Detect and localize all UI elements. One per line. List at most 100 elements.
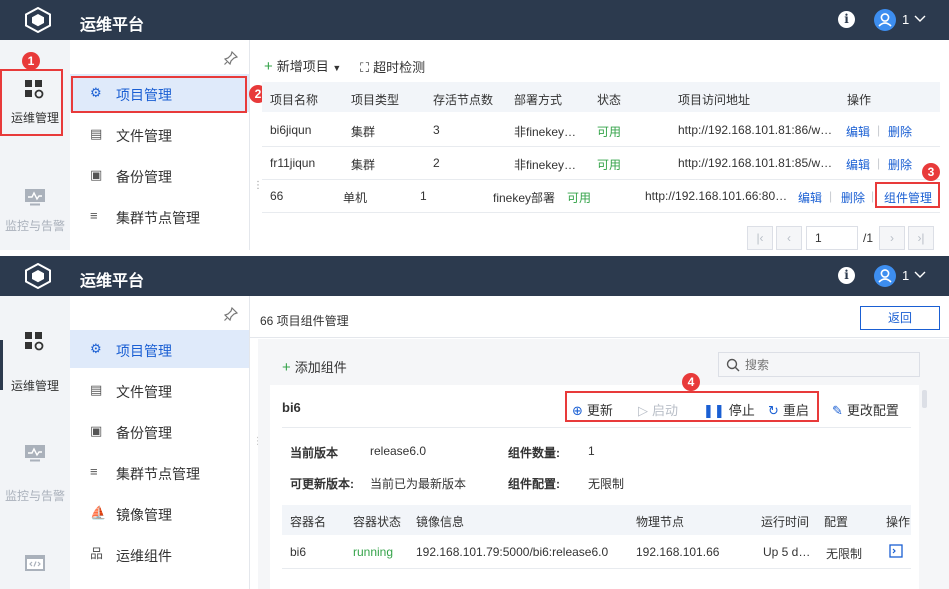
last-page-button[interactable]: ›| <box>908 226 934 250</box>
cell-type: 集群 <box>351 125 376 139</box>
menu-item-file[interactable]: ▤ 文件管理 <box>70 371 249 409</box>
search-input[interactable] <box>745 356 915 373</box>
gear-icon: ⚙ <box>90 341 102 356</box>
search-icon <box>726 358 740 372</box>
step-marker-3: 3 <box>922 163 940 181</box>
delete-link[interactable]: 删除 <box>888 156 912 173</box>
rail-label-ops: 运维管理 <box>10 379 59 393</box>
cell-name: 66 <box>270 189 284 203</box>
cell-status: 可用 <box>597 158 622 172</box>
first-page-button[interactable]: |‹ <box>747 226 773 250</box>
menu-item-cluster-node[interactable]: ≡ 集群节点管理 <box>70 453 249 491</box>
resize-handle-icon[interactable]: ⋮ <box>253 180 263 191</box>
add-project-label: 新增项目 <box>276 59 329 74</box>
divider: | <box>877 156 881 170</box>
sail-icon: ⛵ <box>90 505 107 520</box>
container-uptime: Up 5 d… <box>763 545 811 559</box>
step-marker-1: 1 <box>22 52 40 70</box>
edit-config-button[interactable]: ✎ 更改配置 <box>832 400 899 419</box>
terminal-icon[interactable] <box>889 544 903 558</box>
row-divider <box>262 212 940 213</box>
rail-item-monitor[interactable]: 监控与告警 <box>0 444 70 504</box>
highlight-box-2 <box>71 76 247 113</box>
app-title: 运维平台 <box>80 17 145 34</box>
document-icon: ▤ <box>90 126 103 141</box>
component-name: bi6 <box>282 400 301 415</box>
cell-url[interactable]: http://192.168.101.81:85/w… <box>678 156 832 170</box>
col-header: 容器状态 <box>353 515 402 529</box>
current-version-label: 当前版本 <box>290 446 339 460</box>
timeout-check-label: 超时检测 <box>373 60 426 75</box>
col-header: 部署方式 <box>514 93 563 107</box>
sliders-icon: ≡ <box>90 464 98 479</box>
chevron-down-icon[interactable] <box>914 15 926 23</box>
user-avatar-icon[interactable] <box>874 265 896 287</box>
col-header: 物理节点 <box>636 515 685 529</box>
menu-item-backup[interactable]: ▣ 备份管理 <box>70 156 249 194</box>
component-config-label: 组件配置: <box>508 477 560 491</box>
menu-item-image[interactable]: ⛵ 镜像管理 <box>70 494 249 532</box>
backup-icon: ▣ <box>90 423 103 438</box>
cell-status: 可用 <box>597 125 622 139</box>
menu-item-cluster-node[interactable]: ≡ 集群节点管理 <box>70 197 249 235</box>
rail-item-monitor[interactable]: 监控与告警 <box>0 188 70 234</box>
divider: | <box>871 189 875 203</box>
back-button[interactable]: 返回 <box>860 306 940 330</box>
user-avatar-icon[interactable] <box>874 9 896 31</box>
cell-url[interactable]: http://192.168.101.81:86/w… <box>678 123 832 137</box>
page-total: /1 <box>863 231 874 245</box>
prev-page-button[interactable]: ‹ <box>776 226 802 250</box>
search-box[interactable] <box>718 352 920 377</box>
app-title: 运维平台 <box>80 273 145 290</box>
edit-link[interactable]: 编辑 <box>846 156 870 173</box>
plus-icon: + <box>264 58 273 75</box>
rail-label-monitor: 监控与告警 <box>4 219 65 233</box>
bottom-rail: 运维管理 监控与告警 <box>0 296 70 589</box>
rail-item-ops[interactable]: 运维管理 <box>0 332 70 394</box>
row-divider <box>262 146 940 147</box>
pin-icon[interactable] <box>224 307 238 321</box>
cell-name: fr11jiqun <box>270 156 316 170</box>
current-version-value: release6.0 <box>370 444 427 458</box>
container-node: 192.168.101.66 <box>636 545 720 559</box>
add-component-label: 添加组件 <box>294 360 347 375</box>
component-count-label: 组件数量: <box>508 446 560 460</box>
scrollbar-thumb[interactable] <box>922 390 927 408</box>
user-name[interactable]: 1 <box>902 12 909 27</box>
bottom-submenu: ⚙ 项目管理 ▤ 文件管理 ▣ 备份管理 ≡ 集群节点管理 ⛵ 镜像管理 品运维组件 <box>70 296 250 589</box>
pin-icon[interactable] <box>224 51 238 65</box>
add-component-button[interactable]: + 添加组件 <box>282 357 347 376</box>
container-name: bi6 <box>290 545 307 559</box>
component-config-value: 无限制 <box>588 477 625 491</box>
menu-label: 集群节点管理 <box>116 210 200 226</box>
user-name[interactable]: 1 <box>902 268 909 283</box>
divider: | <box>877 123 881 137</box>
caret-down-icon: ▼ <box>332 63 342 73</box>
cell-url[interactable]: http://192.168.101.66:80… <box>645 189 787 203</box>
edit-link[interactable]: 编辑 <box>798 189 822 206</box>
edit-link[interactable]: 编辑 <box>846 123 870 140</box>
info-icon[interactable]: i <box>838 267 855 284</box>
rail-item-code[interactable] <box>0 554 70 575</box>
delete-link[interactable]: 删除 <box>841 189 865 206</box>
col-header: 项目访问地址 <box>678 93 751 107</box>
info-icon[interactable]: i <box>838 11 855 28</box>
page-input[interactable]: 1 <box>806 226 858 250</box>
monitor-icon <box>25 189 45 206</box>
menu-item-project[interactable]: ⚙ 项目管理 <box>70 330 249 368</box>
menu-item-file[interactable]: ▤ 文件管理 <box>70 115 249 153</box>
timeout-check-button[interactable]: ⛶ 超时检测 <box>360 57 425 76</box>
chevron-down-icon[interactable] <box>914 271 926 279</box>
pencil-icon: ✎ <box>832 403 843 418</box>
col-header: 项目名称 <box>270 93 319 107</box>
col-header: 镜像信息 <box>416 515 465 529</box>
menu-item-backup[interactable]: ▣ 备份管理 <box>70 412 249 450</box>
next-page-button[interactable]: › <box>879 226 905 250</box>
menu-item-ops-component[interactable]: 品运维组件 <box>70 535 249 573</box>
add-project-button[interactable]: + 新增项目 ▼ <box>264 56 341 75</box>
menu-label: 集群节点管理 <box>116 466 200 482</box>
component-count-value: 1 <box>588 444 595 458</box>
cell-name: bi6jiqun <box>270 123 312 137</box>
delete-link[interactable]: 删除 <box>888 123 912 140</box>
divider: | <box>829 189 833 203</box>
